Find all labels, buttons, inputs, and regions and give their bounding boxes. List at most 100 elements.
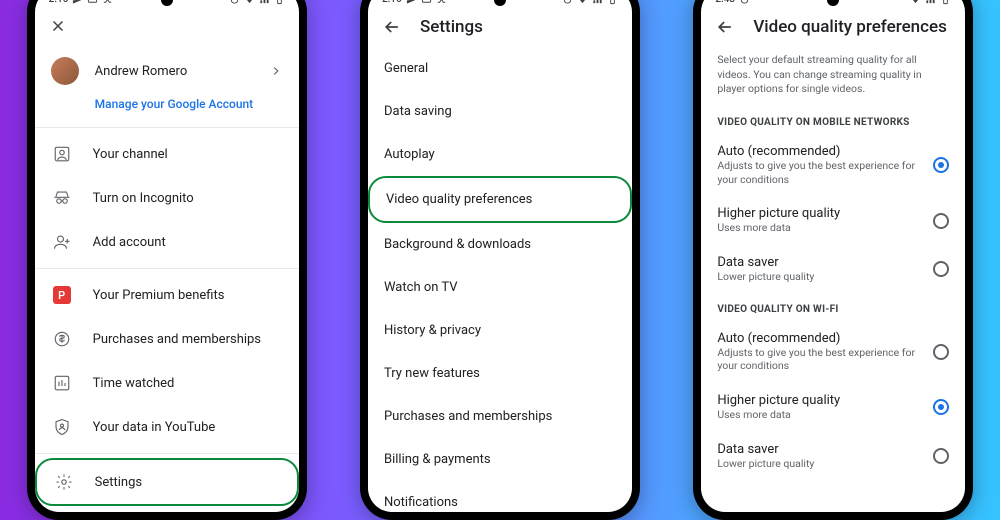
section-header-mobile: VIDEO QUALITY ON MOBILE NETWORKS [701, 107, 965, 134]
send-icon [406, 0, 417, 5]
card-icon [421, 0, 432, 5]
radio-title: Auto (recommended) [717, 331, 921, 346]
radio-indicator[interactable] [933, 261, 949, 277]
settings-item[interactable]: Data saving [368, 90, 632, 133]
battery-icon [274, 0, 285, 5]
premium-badge-icon: P [53, 286, 71, 304]
menu-add-account[interactable]: Add account [35, 220, 299, 264]
gear-icon [55, 473, 73, 491]
menu-label: Your data in YouTube [93, 420, 216, 435]
signal-icon [592, 0, 603, 5]
shuffle-icon [436, 0, 447, 5]
radio-indicator[interactable] [933, 344, 949, 360]
menu-label: Your channel [93, 147, 168, 162]
menu-time-watched[interactable]: Time watched [35, 361, 299, 405]
radio-subtitle: Lower picture quality [717, 457, 921, 471]
send-icon [72, 0, 83, 5]
divider [35, 268, 299, 269]
radio-option[interactable]: Auto (recommended)Adjusts to give you th… [701, 134, 965, 196]
radio-indicator[interactable] [933, 157, 949, 173]
page-title: Settings [420, 17, 483, 37]
radio-subtitle: Uses more data [717, 408, 921, 422]
menu-label: Purchases and memberships [93, 332, 261, 347]
menu-incognito[interactable]: Turn on Incognito [35, 176, 299, 220]
page-description: Select your default streaming quality fo… [701, 47, 965, 107]
close-icon[interactable] [49, 17, 67, 35]
radio-indicator[interactable] [933, 213, 949, 229]
back-arrow-icon[interactable] [715, 17, 735, 37]
radio-title: Data saver [717, 255, 921, 270]
section-header-wifi: VIDEO QUALITY ON WI-FI [701, 294, 965, 321]
incognito-icon [53, 189, 71, 207]
phone-video-quality: 2:43 Video quality preferences Select yo… [693, 0, 973, 520]
status-time: 2:16 [49, 0, 69, 5]
menu-your-channel[interactable]: Your channel [35, 132, 299, 176]
account-name: Andrew Romero [95, 64, 253, 79]
radio-subtitle: Adjusts to give you the best experience … [717, 346, 921, 373]
shield-person-icon [53, 418, 71, 436]
signal-icon [925, 0, 936, 5]
radio-subtitle: Uses more data [717, 221, 921, 235]
status-time: 2:16 [382, 0, 402, 5]
radio-option[interactable]: Auto (recommended)Adjusts to give you th… [701, 321, 965, 383]
settings-item[interactable]: Notifications [368, 481, 632, 511]
menu-settings[interactable]: Settings [35, 458, 299, 506]
radio-title: Auto (recommended) [717, 144, 921, 159]
avatar [51, 57, 79, 85]
radio-title: Higher picture quality [717, 393, 921, 408]
phone-account-menu: 2:16 Andrew Romero Manage your Google Ac… [27, 0, 307, 520]
back-arrow-icon[interactable] [382, 17, 402, 37]
divider [35, 127, 299, 128]
radio-group-mobile: Auto (recommended)Adjusts to give you th… [701, 134, 965, 294]
menu-label: Your Premium benefits [93, 288, 225, 303]
dollar-icon [53, 330, 71, 348]
settings-item[interactable]: General [368, 47, 632, 90]
status-time: 2:43 [715, 0, 735, 5]
person-box-icon [53, 145, 71, 163]
settings-item[interactable]: History & privacy [368, 309, 632, 352]
divider [35, 453, 299, 454]
radio-option[interactable]: Higher picture qualityUses more data [701, 383, 965, 432]
radio-subtitle: Adjusts to give you the best experience … [717, 159, 921, 186]
signal-icon [259, 0, 270, 5]
settings-list: GeneralData savingAutoplayVideo quality … [368, 47, 632, 511]
person-add-icon [53, 233, 71, 251]
bar-chart-icon [53, 374, 71, 392]
page-title: Video quality preferences [753, 17, 947, 37]
chevron-right-icon [269, 64, 283, 78]
radio-indicator[interactable] [933, 448, 949, 464]
settings-item[interactable]: Purchases and memberships [368, 395, 632, 438]
menu-premium-benefits[interactable]: P Your Premium benefits [35, 273, 299, 317]
wifi-icon [577, 0, 588, 5]
settings-item[interactable]: Video quality preferences [368, 176, 632, 223]
menu-label: Settings [95, 475, 142, 490]
radio-title: Data saver [717, 442, 921, 457]
settings-item[interactable]: Watch on TV [368, 266, 632, 309]
phone-settings-list: 2:16 Settings GeneralData savingAutoplay… [360, 0, 640, 520]
settings-item[interactable]: Try new features [368, 352, 632, 395]
menu-label: Turn on Incognito [93, 191, 194, 206]
alarm-icon [229, 0, 240, 5]
manage-google-account-link[interactable]: Manage your Google Account [35, 97, 299, 123]
radio-option[interactable]: Data saverLower picture quality [701, 245, 965, 294]
radio-option[interactable]: Data saverLower picture quality [701, 432, 965, 481]
alarm-icon [562, 0, 573, 5]
radio-subtitle: Lower picture quality [717, 270, 921, 284]
shuffle-icon [102, 0, 113, 5]
radio-option[interactable]: Higher picture qualityUses more data [701, 196, 965, 245]
alarm-icon [739, 0, 750, 5]
battery-icon [607, 0, 618, 5]
account-row[interactable]: Andrew Romero [35, 45, 299, 97]
wifi-icon [244, 0, 255, 5]
radio-indicator[interactable] [933, 399, 949, 415]
menu-your-data[interactable]: Your data in YouTube [35, 405, 299, 449]
menu-purchases[interactable]: Purchases and memberships [35, 317, 299, 361]
card-icon [87, 0, 98, 5]
menu-help[interactable]: Help & feedback [35, 506, 299, 509]
settings-item[interactable]: Billing & payments [368, 438, 632, 481]
settings-item[interactable]: Autoplay [368, 133, 632, 176]
settings-item[interactable]: Background & downloads [368, 223, 632, 266]
menu-label: Add account [93, 235, 166, 250]
battery-icon [940, 0, 951, 5]
wifi-icon [910, 0, 921, 5]
